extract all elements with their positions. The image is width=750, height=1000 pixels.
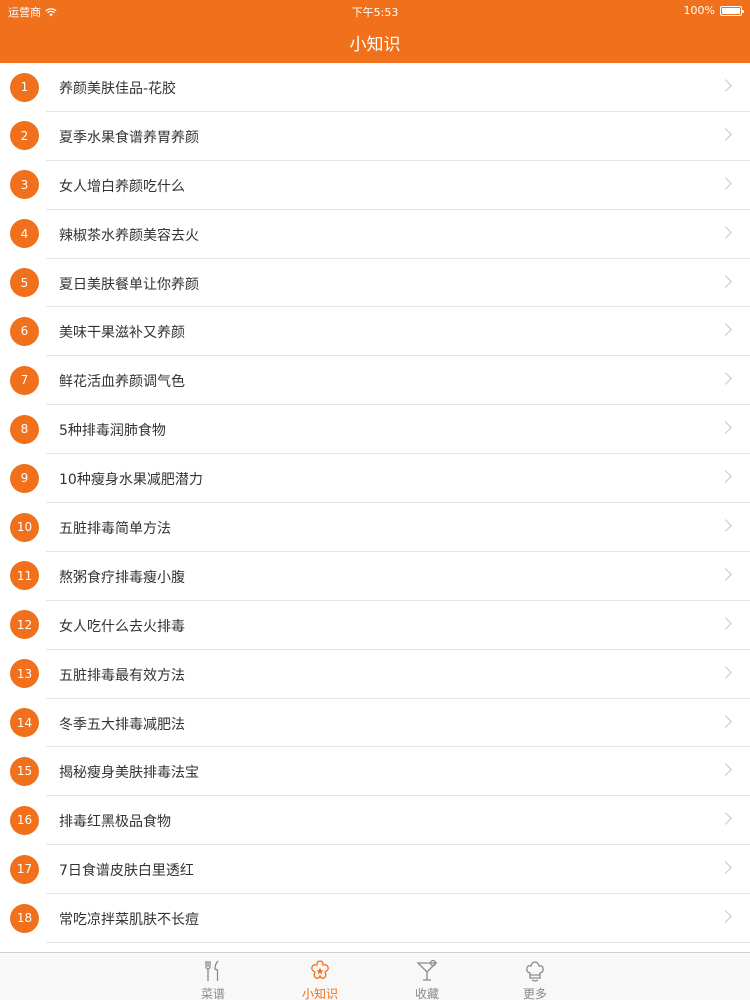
item-title: 五脏排毒最有效方法	[59, 667, 185, 684]
tab-recipes-label: 菜谱	[200, 987, 225, 1000]
item-title: 5种排毒润肺食物	[59, 423, 166, 440]
fork-knife-icon	[205, 960, 219, 981]
item-number-badge: 10	[10, 512, 39, 542]
chef-hat-icon	[526, 961, 544, 982]
star-flower-icon	[311, 960, 329, 979]
cocktail-icon	[416, 959, 438, 981]
tab-more-label: 更多	[522, 987, 547, 1000]
list-item[interactable]: 13 五脏排毒最有效方法	[0, 650, 750, 699]
battery-percent: 100%	[683, 4, 715, 17]
item-number-badge: 1	[10, 72, 39, 102]
chevron-right-icon	[719, 323, 732, 337]
tab-favorites[interactable]: 收藏	[397, 955, 457, 1000]
chevron-right-icon	[719, 421, 732, 435]
list-item[interactable]: 9 10种瘦身水果减肥潜力	[0, 454, 750, 503]
item-title: 辣椒茶水养颜美容去火	[59, 227, 199, 244]
item-title: 鲜花活血养颜调气色	[59, 374, 185, 391]
chevron-right-icon	[719, 519, 732, 532]
page-title: 小知识	[349, 35, 401, 55]
chevron-right-icon	[719, 128, 732, 141]
item-number-badge: 2	[10, 121, 39, 151]
item-title: 冬季五大排毒减肥法	[59, 716, 185, 733]
tab-more[interactable]: 更多	[505, 955, 565, 1000]
chevron-right-icon	[719, 176, 732, 190]
chevron-right-icon	[719, 225, 732, 239]
item-number-badge: 4	[10, 219, 39, 249]
item-title: 揭秘瘦身美肤排毒法宝	[59, 765, 199, 782]
item-title: 女人增白养颜吃什么	[59, 178, 185, 195]
chevron-right-icon	[719, 665, 732, 679]
tab-bar: 菜谱 小知识 收藏 更多	[0, 952, 750, 1000]
list-item[interactable]: 11 熬粥食疗排毒瘦小腹	[0, 552, 750, 601]
list-item[interactable]: 7 鲜花活血养颜调气色	[0, 356, 750, 406]
nav-header: 运营商 下午5:53 100% 小知识	[0, 0, 750, 63]
list-item[interactable]: 3 女人增白养颜吃什么	[0, 161, 750, 210]
chevron-right-icon	[719, 79, 732, 92]
chevron-right-icon	[719, 861, 732, 875]
tab-tips[interactable]: 小知识	[290, 955, 350, 1000]
item-title: 养颜美肤佳品-花胶	[59, 81, 177, 97]
item-number-badge: 16	[10, 805, 39, 835]
status-time: 下午5:53	[351, 6, 399, 19]
item-number-badge: 15	[10, 756, 39, 786]
tips-list[interactable]: 1 养颜美肤佳品-花胶 2 夏季水果食谱养胃养颜 3 女人增白养颜吃什么 4 辣椒茶水养颜美容…	[0, 63, 750, 952]
item-number-badge: 11	[10, 561, 39, 591]
item-number-badge: 17	[10, 854, 39, 884]
list-item[interactable]: 14 冬季五大排毒减肥法	[0, 699, 750, 748]
status-battery-group: 100%	[683, 4, 744, 17]
item-number-badge: 7	[10, 365, 39, 395]
list-item[interactable]: 5 夏日美肤餐单让你养颜	[0, 259, 750, 308]
item-number-badge: 14	[10, 708, 39, 738]
chevron-right-icon	[719, 274, 732, 288]
chevron-right-icon	[719, 812, 732, 826]
item-title: 7日食谱皮肤白里透红	[59, 863, 194, 880]
item-number-badge: 13	[10, 659, 39, 689]
item-title: 夏季水果食谱养胃养颜	[59, 129, 199, 146]
item-title: 10种瘦身水果减肥潜力	[59, 472, 203, 489]
item-title: 熬粥食疗排毒瘦小腹	[59, 569, 185, 586]
item-title: 美味干果滋补又养颜	[59, 325, 185, 342]
item-number-badge: 6	[10, 316, 39, 346]
battery-icon	[720, 5, 744, 16]
list-item[interactable]: 10 五脏排毒简单方法	[0, 503, 750, 552]
list-item[interactable]: 2 夏季水果食谱养胃养颜	[0, 112, 750, 161]
item-number-badge: 18	[10, 903, 39, 933]
chevron-right-icon	[719, 372, 732, 386]
list-item[interactable]: 15 揭秘瘦身美肤排毒法宝	[0, 747, 750, 797]
item-number-badge: 8	[10, 414, 39, 444]
list-item[interactable]: 12 女人吃什么去火排毒	[0, 601, 750, 650]
tab-favorites-label: 收藏	[414, 987, 439, 1000]
chevron-right-icon	[719, 616, 732, 630]
chevron-right-icon	[719, 714, 732, 728]
item-title: 常吃凉拌菜肌肤不长痘	[59, 912, 199, 929]
list-item[interactable]: 17 7日食谱皮肤白里透红	[0, 845, 750, 895]
list-item[interactable]: 18 常吃凉拌菜肌肤不长痘	[0, 894, 750, 943]
list-item[interactable]: 6 美味干果滋补又养颜	[0, 307, 750, 357]
item-title: 五脏排毒简单方法	[59, 521, 171, 538]
status-bar: 运营商 下午5:53 100%	[0, 0, 750, 20]
item-title: 女人吃什么去火排毒	[59, 618, 185, 635]
item-number-badge: 12	[10, 610, 39, 640]
chevron-right-icon	[719, 568, 732, 581]
item-number-badge: 3	[10, 170, 39, 200]
list-item[interactable]: 8 5种排毒润肺食物	[0, 405, 750, 455]
tab-tips-label: 小知识	[301, 987, 338, 1000]
list-item[interactable]: 1 养颜美肤佳品-花胶	[0, 63, 750, 112]
chevron-right-icon	[719, 470, 732, 483]
chevron-right-icon	[719, 910, 732, 924]
tab-recipes[interactable]: 菜谱	[183, 955, 243, 1000]
list-item[interactable]: 4 辣椒茶水养颜美容去火	[0, 210, 750, 259]
chevron-right-icon	[719, 763, 732, 777]
list-item[interactable]: 16 排毒红黑极品食物	[0, 796, 750, 846]
item-number-badge: 5	[10, 268, 39, 298]
item-title: 排毒红黑极品食物	[59, 814, 171, 831]
item-number-badge: 9	[10, 463, 39, 493]
item-title: 夏日美肤餐单让你养颜	[59, 276, 199, 293]
